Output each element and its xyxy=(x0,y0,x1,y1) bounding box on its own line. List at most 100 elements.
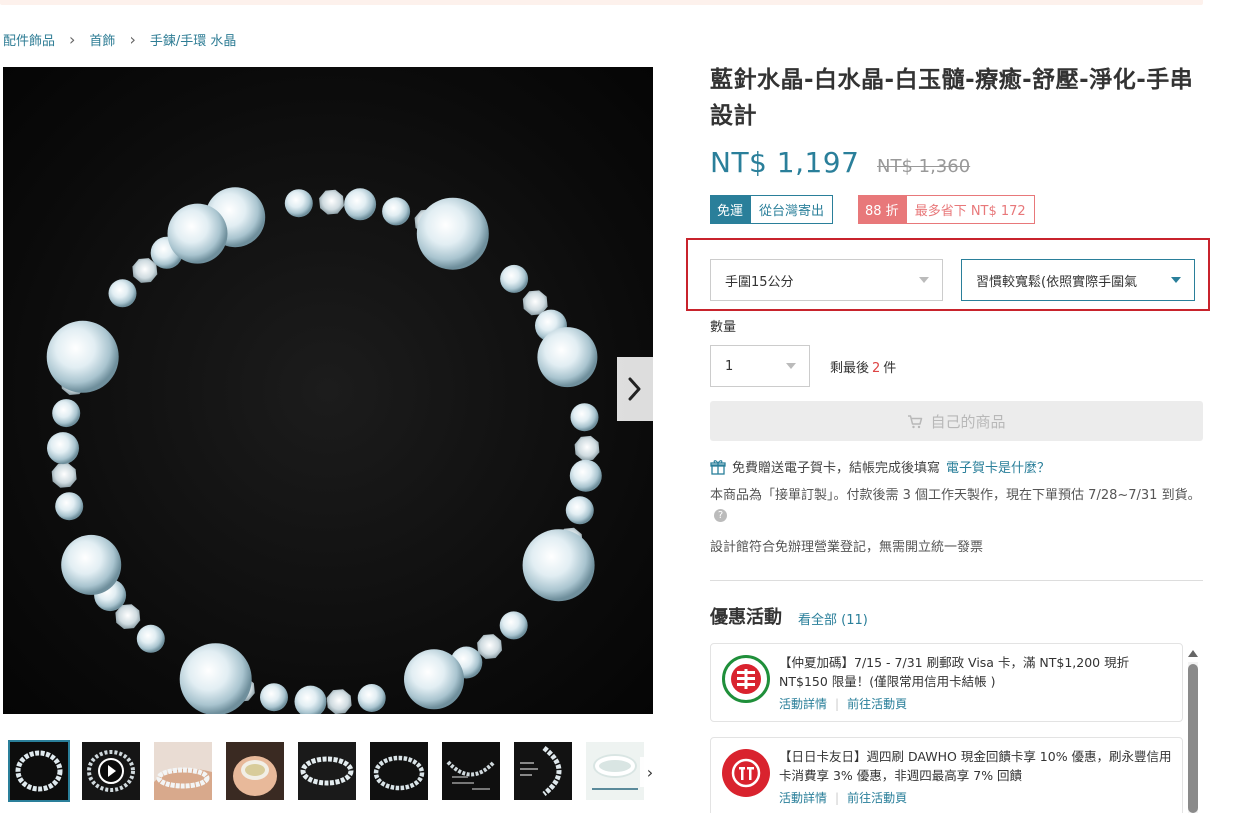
promotion-2-text: 【日日卡友日】週四刷 DAWHO 現金回饋卡享 10% 優惠，刷永豐信用卡消費享… xyxy=(779,749,1172,783)
breadcrumb-item-accessories[interactable]: 配件飾品 xyxy=(3,30,55,49)
crystal-bead xyxy=(537,327,598,388)
invoice-note: 設計館符合免辦理營業登記，無需開立統一發票 xyxy=(710,540,984,555)
promotion-2-detail-link[interactable]: 活動詳情 xyxy=(779,789,827,806)
stock-suffix: 件 xyxy=(883,361,897,376)
stock-remaining: 剩最後 2 件 xyxy=(830,357,896,376)
chevron-down-icon xyxy=(1171,277,1181,283)
crystal-bead xyxy=(46,320,119,393)
thumbnail-4[interactable] xyxy=(226,742,284,800)
crystal-bead xyxy=(51,463,77,488)
crystal-bead xyxy=(499,611,528,640)
crystal-bead xyxy=(382,197,411,226)
thumbnail-8[interactable] xyxy=(514,742,572,800)
promotions-view-all-link[interactable]: 看全部 (11) xyxy=(798,609,868,628)
discount-badge: 88 折 最多省下 NT$ 172 xyxy=(858,195,1035,224)
crystal-bead xyxy=(136,624,165,653)
breadcrumb-item-bracelet[interactable]: 手鍊/手環 水晶 xyxy=(150,30,237,49)
original-price: NT$ 1,360 xyxy=(877,156,971,177)
link-separator: | xyxy=(835,696,840,711)
gift-icon xyxy=(710,459,726,475)
crystal-bead xyxy=(416,197,489,270)
crystal-bead xyxy=(357,684,386,712)
gift-card-notice: 免費贈送電子賀卡，結帳完成後填寫 電子賀卡是什麼？ xyxy=(710,457,1050,476)
scrollbar-thumb[interactable] xyxy=(1188,664,1198,813)
top-banner-strip xyxy=(0,0,1203,5)
promotion-2-links: 活動詳情 | 前往活動頁 xyxy=(779,789,907,806)
thumbnail-7[interactable] xyxy=(442,742,500,800)
free-shipping-label: 免運 xyxy=(710,195,751,224)
thumbnail-3[interactable] xyxy=(154,742,212,800)
bracelet-photo xyxy=(46,187,602,714)
promotion-1-text: 【仲夏加碼】7/15 - 7/31 刷郵政 Visa 卡，滿 NT$1,200 … xyxy=(779,655,1130,689)
product-price: NT$ 1,197 xyxy=(710,146,860,179)
promotion-1-go-link[interactable]: 前往活動頁 xyxy=(847,695,907,712)
quantity-label: 數量 xyxy=(710,320,737,335)
crystal-bead xyxy=(167,203,228,264)
crystal-bead xyxy=(404,649,464,710)
crystal-bead xyxy=(55,492,84,521)
crystal-bead xyxy=(569,459,602,492)
gift-card-text: 免費贈送電子賀卡，結帳完成後填寫 xyxy=(732,461,941,476)
crystal-bead xyxy=(522,529,595,602)
chevron-right-icon: › xyxy=(129,29,136,49)
gallery-next-button[interactable] xyxy=(617,357,653,421)
crystal-bead xyxy=(574,435,600,461)
crystal-bead xyxy=(108,279,137,308)
free-shipping-badge: 免運 從台灣寄出 xyxy=(710,195,834,224)
fit-select[interactable]: 習慣較寬鬆(依照實際手圍氣 xyxy=(961,259,1195,301)
promotion-1-links: 活動詳情 | 前往活動頁 xyxy=(779,695,907,712)
crystal-bead xyxy=(319,189,344,215)
thumbnail-9[interactable] xyxy=(586,742,644,800)
breadcrumb-item-jewelry[interactable]: 首飾 xyxy=(89,30,115,49)
quantity-select[interactable]: 1 xyxy=(710,345,810,387)
discount-rate-label: 88 折 xyxy=(858,195,906,224)
section-divider xyxy=(710,580,1203,581)
post-bank-logo-icon xyxy=(722,655,770,703)
chevron-right-icon: › xyxy=(69,29,76,49)
quantity-value: 1 xyxy=(725,358,734,374)
thumbnail-1[interactable] xyxy=(8,740,70,802)
promotions-title: 優惠活動 xyxy=(710,607,782,628)
discount-save-label: 最多省下 NT$ 172 xyxy=(905,195,1035,224)
thumbnail-6[interactable] xyxy=(370,742,428,800)
thumbnail-2-video[interactable] xyxy=(82,742,140,800)
chevron-down-icon xyxy=(919,277,929,283)
fit-select-value: 習慣較寬鬆(依照實際手圍氣 xyxy=(976,274,1138,290)
crystal-bead xyxy=(179,643,252,714)
made-to-order-text: 本商品為「接單訂製」。付款後需 3 個工作天製作，現在下單預估 7/28~7/3… xyxy=(710,488,1201,503)
crystal-bead xyxy=(326,689,352,714)
crystal-bead xyxy=(61,534,122,595)
help-icon[interactable]: ? xyxy=(714,509,727,522)
promotion-card-2: 【日日卡友日】週四刷 DAWHO 現金回饋卡享 10% 優惠，刷永豐信用卡消費享… xyxy=(710,737,1183,813)
thumbnail-5[interactable] xyxy=(298,742,356,800)
crystal-bead xyxy=(477,634,502,659)
crystal-bead xyxy=(294,685,327,714)
crystal-bead xyxy=(284,189,313,218)
promotions-scrollbar[interactable] xyxy=(1186,648,1200,813)
stock-prefix: 剩最後 xyxy=(830,361,870,376)
thumbnail-next-button[interactable]: › xyxy=(640,757,660,787)
thumbnail-strip: › xyxy=(8,740,660,802)
size-select[interactable]: 手圍15公分 xyxy=(710,259,943,301)
chevron-down-icon xyxy=(786,363,796,369)
promotion-card-1: 【仲夏加碼】7/15 - 7/31 刷郵政 Visa 卡，滿 NT$1,200 … xyxy=(710,643,1183,722)
link-separator: | xyxy=(835,790,840,805)
add-to-cart-button[interactable]: 自己的商品 xyxy=(710,401,1203,441)
crystal-bead xyxy=(570,403,599,432)
crystal-bead xyxy=(47,432,79,465)
crystal-bead xyxy=(500,264,529,293)
ships-from-label: 從台灣寄出 xyxy=(750,195,834,224)
product-title: 藍針水晶-白水晶-白玉髓-療癒-舒壓-淨化-手串設計 xyxy=(710,67,1194,129)
gift-card-link[interactable]: 電子賀卡是什麼？ xyxy=(946,457,1050,476)
sinopac-logo-icon xyxy=(722,749,770,797)
scroll-up-arrow-icon[interactable] xyxy=(1188,650,1198,657)
crystal-bead xyxy=(260,683,288,712)
promotion-1-detail-link[interactable]: 活動詳情 xyxy=(779,695,827,712)
promotion-2-go-link[interactable]: 前往活動頁 xyxy=(847,789,907,806)
crystal-bead xyxy=(52,399,81,428)
stock-count: 2 xyxy=(872,361,881,376)
add-to-cart-label: 自己的商品 xyxy=(930,412,1006,431)
product-main-image[interactable] xyxy=(3,67,653,714)
breadcrumb: 配件飾品 › 首飾 › 手鍊/手環 水晶 xyxy=(3,30,236,49)
size-select-value: 手圍15公分 xyxy=(725,274,794,290)
